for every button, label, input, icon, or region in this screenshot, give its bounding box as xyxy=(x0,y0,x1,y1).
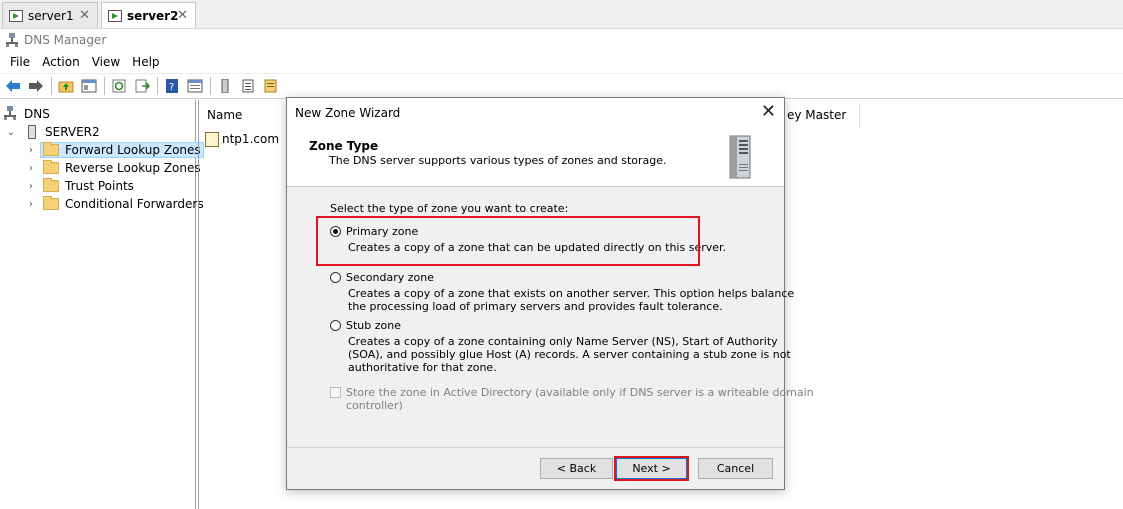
forward-arrow-icon[interactable] xyxy=(27,77,45,95)
tree-item-conditional-forwarders[interactable]: › Conditional Forwarders xyxy=(26,195,204,213)
console-tree: DNS ⌄ SERVER2 › Forward Lookup Zones › R… xyxy=(0,100,204,509)
toolbar: ? xyxy=(0,73,1123,99)
tab-server2[interactable]: server2 ✕ xyxy=(101,2,196,28)
zone-type-prompt: Select the type of zone you want to crea… xyxy=(330,202,569,215)
server-icon xyxy=(28,125,36,139)
toolbar-separator xyxy=(210,77,211,95)
close-icon[interactable]: ✕ xyxy=(761,103,776,121)
store-in-ad-label-line1: Store the zone in Active Directory (avai… xyxy=(346,386,814,399)
chevron-right-icon[interactable]: › xyxy=(26,163,36,174)
back-arrow-icon[interactable] xyxy=(4,77,22,95)
stub-zone-radio[interactable] xyxy=(330,320,341,331)
secondary-zone-option[interactable]: Secondary zone Creates a copy of a zone … xyxy=(330,271,794,313)
vm-icon xyxy=(108,9,122,22)
highlight-box-next xyxy=(614,456,689,481)
folder-icon xyxy=(43,142,59,156)
menu-file[interactable]: File xyxy=(4,55,36,69)
column-divider[interactable] xyxy=(859,104,860,128)
chevron-right-icon[interactable]: › xyxy=(26,181,36,192)
tree-label: Reverse Lookup Zones xyxy=(65,161,201,175)
tree-item-server[interactable]: ⌄ SERVER2 xyxy=(6,123,100,141)
export-list-icon[interactable] xyxy=(133,77,151,95)
store-in-ad-checkbox[interactable] xyxy=(330,387,341,398)
tree-label: DNS xyxy=(24,107,50,121)
column-header-name[interactable]: Name xyxy=(207,108,242,122)
list-icon[interactable] xyxy=(239,77,257,95)
dns-icon xyxy=(4,105,18,123)
secondary-zone-label[interactable]: Secondary zone xyxy=(346,271,434,284)
help-icon[interactable]: ? xyxy=(163,77,181,95)
secondary-zone-desc-line2: the processing load of primary servers a… xyxy=(348,300,723,313)
folder-icon xyxy=(43,160,59,174)
chevron-right-icon[interactable]: › xyxy=(26,199,36,210)
cancel-button[interactable]: Cancel xyxy=(698,458,773,479)
chevron-down-icon[interactable]: ⌄ xyxy=(6,127,16,138)
menu-action[interactable]: Action xyxy=(36,55,86,69)
toolbar-separator xyxy=(104,77,105,95)
tree-item-trust-points[interactable]: › Trust Points xyxy=(26,177,134,195)
dialog-title: New Zone Wizard xyxy=(295,106,401,120)
dns-icon xyxy=(6,33,18,47)
back-button[interactable]: < Back xyxy=(540,458,613,479)
server-tower-icon xyxy=(726,134,754,180)
new-zone-wizard-dialog: New Zone Wizard ✕ Zone Type The DNS serv… xyxy=(286,97,814,490)
tree-item-dns[interactable]: DNS xyxy=(4,105,50,123)
close-icon[interactable]: ✕ xyxy=(79,8,90,23)
tab-label: server1 xyxy=(28,8,74,23)
record-icon[interactable] xyxy=(262,77,280,95)
chevron-right-icon[interactable]: › xyxy=(26,145,36,156)
wizard-step-subtitle: The DNS server supports various types of… xyxy=(329,154,667,167)
tab-server1[interactable]: server1 ✕ xyxy=(2,2,98,28)
divider xyxy=(287,447,784,448)
wizard-step-title: Zone Type xyxy=(309,139,379,153)
tree-item-reverse-lookup-zones[interactable]: › Reverse Lookup Zones xyxy=(26,159,201,177)
menu-view[interactable]: View xyxy=(86,55,126,69)
stub-zone-desc-line3: authoritative for that zone. xyxy=(348,361,497,374)
vm-icon xyxy=(9,9,23,22)
tree-label: Conditional Forwarders xyxy=(65,197,204,211)
tree-label: Forward Lookup Zones xyxy=(65,143,201,157)
app-title: DNS Manager xyxy=(24,33,107,47)
refresh-icon[interactable] xyxy=(110,77,128,95)
folder-up-icon[interactable] xyxy=(57,77,75,95)
stub-zone-option[interactable]: Stub zone Creates a copy of a zone conta… xyxy=(330,319,791,375)
tab-label: server2 xyxy=(127,8,179,23)
menu-bar: File Action View Help xyxy=(0,52,166,72)
folder-icon xyxy=(43,178,59,192)
secondary-zone-radio[interactable] xyxy=(330,272,341,283)
show-hide-tree-icon[interactable] xyxy=(80,77,98,95)
tree-label: SERVER2 xyxy=(45,125,100,139)
svg-text:?: ? xyxy=(169,82,174,93)
zone-icon xyxy=(205,131,219,147)
close-icon[interactable]: ✕ xyxy=(177,8,188,23)
tree-label: Trust Points xyxy=(65,179,134,193)
store-in-ad-option[interactable]: Store the zone in Active Directory (avai… xyxy=(330,386,814,414)
tab-strip: server1 ✕ server2 ✕ xyxy=(0,0,1123,29)
highlight-box-primary-zone xyxy=(316,216,700,266)
tree-item-forward-lookup-zones[interactable]: › Forward Lookup Zones xyxy=(26,141,204,159)
wizard-header: Zone Type The DNS server supports variou… xyxy=(287,128,784,187)
folder-icon xyxy=(43,196,59,210)
stub-zone-desc-line2: (SOA), and possibly glue Host (A) record… xyxy=(348,348,791,361)
column-header-key-master[interactable]: ey Master xyxy=(787,108,846,122)
app-title-bar: DNS Manager xyxy=(0,30,106,50)
properties-icon[interactable] xyxy=(186,77,204,95)
list-item-label: ntp1.com xyxy=(222,132,280,146)
server-icon[interactable] xyxy=(216,77,234,95)
secondary-zone-desc-line1: Creates a copy of a zone that exists on … xyxy=(348,287,795,300)
menu-help[interactable]: Help xyxy=(126,55,165,69)
toolbar-separator xyxy=(157,77,158,95)
stub-zone-desc-line1: Creates a copy of a zone containing only… xyxy=(348,335,778,348)
store-in-ad-label-line2: controller) xyxy=(346,399,403,412)
list-item[interactable]: ntp1.com xyxy=(205,130,279,148)
toolbar-separator xyxy=(51,77,52,95)
stub-zone-label[interactable]: Stub zone xyxy=(346,319,401,332)
dialog-title-bar: New Zone Wizard ✕ xyxy=(287,98,784,128)
